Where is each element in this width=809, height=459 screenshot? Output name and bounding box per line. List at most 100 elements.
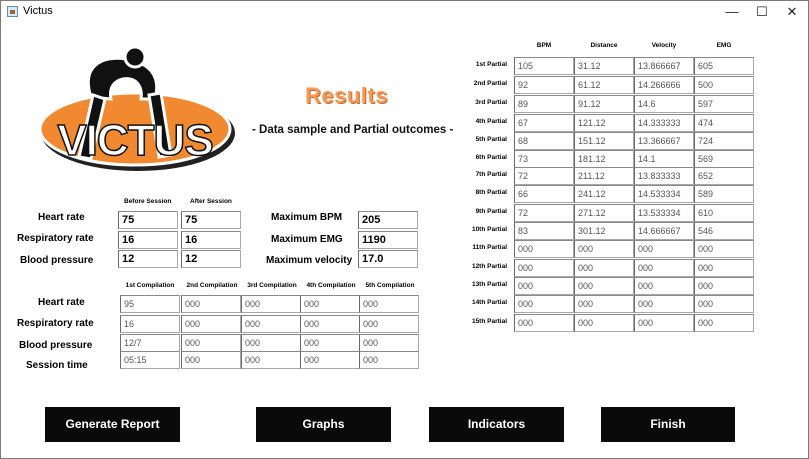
partial-field[interactable]: 589	[694, 185, 754, 203]
compilation-field[interactable]: 95	[120, 295, 180, 313]
partial-field[interactable]: 000	[634, 295, 694, 313]
partial-field[interactable]: 31.12	[574, 57, 634, 75]
partial-field[interactable]: 546	[694, 222, 754, 240]
minimize-button[interactable]: —	[717, 1, 747, 23]
partial-field[interactable]: 211.12	[574, 167, 634, 185]
after-heart-rate-field[interactable]: 75	[181, 211, 241, 229]
partial-field[interactable]: 000	[634, 314, 694, 332]
partial-field[interactable]: 66	[514, 185, 574, 203]
partial-field[interactable]: 92	[514, 76, 574, 94]
compilation-field[interactable]: 000	[300, 334, 360, 352]
partial-field[interactable]: 13.366667	[634, 132, 694, 150]
compilation-field[interactable]: 05:15	[120, 351, 180, 369]
partial-field[interactable]: 000	[574, 277, 634, 295]
partial-field[interactable]: 14.1	[634, 150, 694, 168]
compilation-field[interactable]: 000	[241, 334, 301, 352]
graphs-button[interactable]: Graphs	[256, 407, 391, 442]
partial-field[interactable]: 14.266666	[634, 76, 694, 94]
partial-field[interactable]: 73	[514, 150, 574, 168]
partial-field[interactable]: 000	[574, 295, 634, 313]
compilation-field[interactable]: 12/7	[120, 334, 180, 352]
before-heart-rate-field[interactable]: 75	[118, 211, 178, 229]
partial-row-label: 6th Partial	[475, 154, 507, 161]
partial-field[interactable]: 000	[514, 314, 574, 332]
partial-field[interactable]: 000	[694, 295, 754, 313]
partial-field[interactable]: 000	[694, 240, 754, 258]
partial-field[interactable]: 652	[694, 167, 754, 185]
compilation-field[interactable]: 000	[241, 351, 301, 369]
partial-field[interactable]: 474	[694, 114, 754, 132]
partial-field[interactable]: 67	[514, 114, 574, 132]
compilation-field[interactable]: 000	[181, 334, 241, 352]
partial-field[interactable]: 000	[514, 259, 574, 277]
partial-field[interactable]: 000	[514, 240, 574, 258]
compilation-field[interactable]: 000	[181, 351, 241, 369]
partial-field[interactable]: 301.12	[574, 222, 634, 240]
compilation-field[interactable]: 16	[120, 315, 180, 333]
partial-field[interactable]: 14.666667	[634, 222, 694, 240]
partial-field[interactable]: 68	[514, 132, 574, 150]
compilation-field[interactable]: 000	[300, 351, 360, 369]
compilation-field[interactable]: 000	[359, 315, 419, 333]
compilation-field[interactable]: 000	[181, 295, 241, 313]
indicators-button[interactable]: Indicators	[429, 407, 564, 442]
finish-button[interactable]: Finish	[601, 407, 735, 442]
partial-field[interactable]: 000	[694, 259, 754, 277]
after-respiratory-rate-field[interactable]: 16	[181, 231, 241, 249]
partial-field[interactable]: 14.333333	[634, 114, 694, 132]
maximum-velocity-field[interactable]: 17.0	[358, 250, 418, 268]
compilation-field[interactable]: 000	[241, 295, 301, 313]
compilation-field[interactable]: 000	[241, 315, 301, 333]
partial-field[interactable]: 500	[694, 76, 754, 94]
maximize-button[interactable]: ☐	[747, 1, 777, 23]
compilation-field[interactable]: 000	[181, 315, 241, 333]
compilation-field[interactable]: 000	[359, 295, 419, 313]
partial-field[interactable]: 724	[694, 132, 754, 150]
partial-field[interactable]: 14.6	[634, 95, 694, 113]
compilation-field[interactable]: 000	[300, 295, 360, 313]
compilation-field[interactable]: 000	[359, 351, 419, 369]
after-blood-pressure-field[interactable]: 12	[181, 250, 241, 268]
partial-field[interactable]: 000	[634, 277, 694, 295]
partial-field[interactable]: 597	[694, 95, 754, 113]
partial-field[interactable]: 000	[514, 295, 574, 313]
compilation-field[interactable]: 000	[300, 315, 360, 333]
partial-field[interactable]: 000	[574, 259, 634, 277]
partial-field[interactable]: 000	[694, 314, 754, 332]
partial-field[interactable]: 271.12	[574, 204, 634, 222]
partial-field[interactable]: 13.833333	[634, 167, 694, 185]
partial-field[interactable]: 000	[634, 240, 694, 258]
col-header-after: After Session	[190, 198, 232, 205]
partial-header-distance: Distance	[590, 42, 618, 49]
partial-field[interactable]: 000	[694, 277, 754, 295]
partial-field[interactable]: 000	[514, 277, 574, 295]
before-respiratory-rate-field[interactable]: 16	[118, 231, 178, 249]
maximum-bpm-field[interactable]: 205	[358, 211, 418, 229]
partial-field[interactable]: 610	[694, 204, 754, 222]
partial-field[interactable]: 72	[514, 167, 574, 185]
close-button[interactable]: ✕	[777, 1, 807, 23]
partial-field[interactable]: 000	[634, 259, 694, 277]
partial-field[interactable]: 000	[574, 314, 634, 332]
before-blood-pressure-field[interactable]: 12	[118, 250, 178, 268]
partial-field[interactable]: 13.866667	[634, 57, 694, 75]
partial-field[interactable]: 605	[694, 57, 754, 75]
partial-field[interactable]: 151.12	[574, 132, 634, 150]
partial-field[interactable]: 121.12	[574, 114, 634, 132]
compilation-field[interactable]: 000	[359, 334, 419, 352]
partial-field[interactable]: 241.12	[574, 185, 634, 203]
partial-field[interactable]: 569	[694, 150, 754, 168]
generate-report-button[interactable]: Generate Report	[45, 407, 180, 442]
partial-field[interactable]: 13.533334	[634, 204, 694, 222]
partial-field[interactable]: 000	[574, 240, 634, 258]
partial-field[interactable]: 89	[514, 95, 574, 113]
partial-field[interactable]: 14.533334	[634, 185, 694, 203]
partial-field[interactable]: 105	[514, 57, 574, 75]
partial-field[interactable]: 72	[514, 204, 574, 222]
partial-row-label: 8th Partial	[475, 189, 507, 196]
partial-field[interactable]: 181.12	[574, 150, 634, 168]
maximum-emg-field[interactable]: 1190	[358, 231, 418, 249]
partial-field[interactable]: 61.12	[574, 76, 634, 94]
partial-field[interactable]: 91.12	[574, 95, 634, 113]
partial-field[interactable]: 83	[514, 222, 574, 240]
